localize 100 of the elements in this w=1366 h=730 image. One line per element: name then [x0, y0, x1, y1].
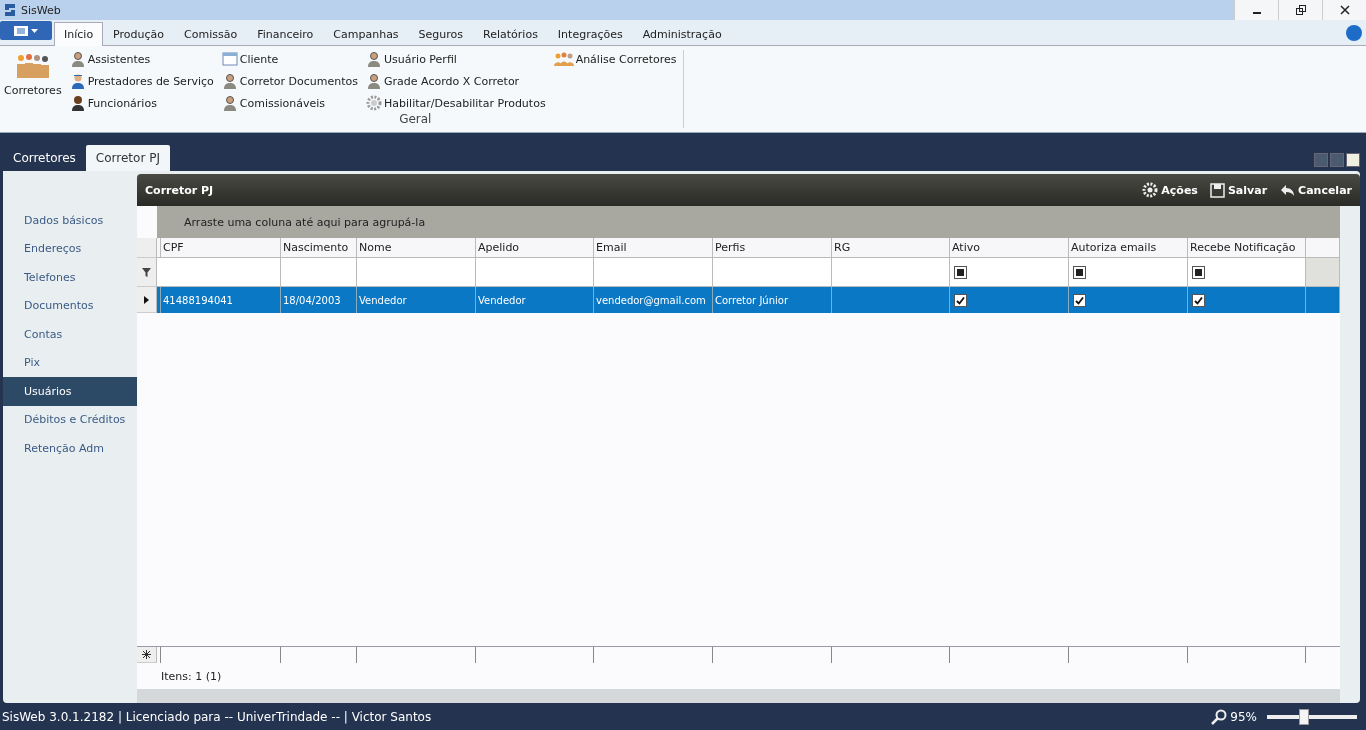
sidebar-item[interactable]: Dados básicos [3, 206, 137, 235]
filter-filler [1306, 258, 1340, 287]
ribbon-item[interactable]: Funcionários [69, 94, 214, 112]
action-button[interactable]: Salvar [1209, 182, 1268, 198]
column-header[interactable]: Autoriza emails [1069, 238, 1188, 258]
column-header[interactable]: Perfis [713, 238, 832, 258]
table-cell: vendedor@gmail.com [594, 287, 713, 313]
ribbon-item[interactable]: Assistentes [69, 50, 214, 68]
table-cell: 18/04/2003 [281, 287, 357, 313]
person-icon [69, 51, 86, 67]
group-panel: Arraste uma coluna até aqui para agrupá-la [157, 206, 1340, 238]
column-header[interactable]: Nascimento [281, 238, 357, 258]
filter-cell[interactable] [1188, 258, 1306, 287]
document-tab[interactable]: Corretor PJ [85, 145, 170, 171]
column-header[interactable]: Apelido [476, 238, 594, 258]
checkbox[interactable] [1073, 293, 1086, 307]
menu-tab[interactable]: Comissão [174, 22, 248, 46]
current-row-icon [144, 295, 149, 304]
filter-cell[interactable] [1069, 258, 1188, 287]
filter-cell[interactable] [713, 258, 832, 287]
status-text: SisWeb 3.0.1.2182 | Licenciado para -- UniverTrindade -- | Victor Santos [2, 709, 433, 724]
filter-cell[interactable] [832, 258, 950, 287]
sidebar-item[interactable]: Pix [3, 348, 137, 377]
ribbon-item[interactable]: Cliente [221, 50, 359, 68]
filter-cell[interactable] [161, 258, 281, 287]
menu-icon [14, 25, 28, 36]
people-icon [553, 52, 574, 66]
filter-icon [142, 267, 151, 277]
horizontal-scrollbar[interactable] [137, 689, 1340, 703]
action-button[interactable]: Cancelar [1279, 183, 1352, 197]
ribbon-item[interactable]: Análise Corretores [553, 50, 677, 68]
menu-tab[interactable]: Campanhas [323, 22, 409, 46]
gear-icon [1142, 182, 1159, 198]
filter-cell[interactable] [594, 258, 713, 287]
column-header[interactable]: Email [594, 238, 713, 258]
ribbon-item[interactable]: Corretor Documentos [221, 72, 359, 90]
person-icon [221, 73, 238, 89]
menu-tab[interactable]: Seguros [408, 22, 474, 46]
person-icon [69, 95, 86, 111]
checkbox[interactable] [1192, 293, 1205, 307]
column-header[interactable]: Ativo [950, 238, 1069, 258]
sidebar-item[interactable]: Contas [3, 320, 137, 349]
app-menu-button[interactable] [0, 21, 52, 40]
gear-icon [366, 95, 383, 111]
table-cell: Corretor Júnior [713, 287, 832, 313]
menu-tab[interactable]: Relatórios [473, 22, 548, 46]
sidebar-item[interactable]: Usuários [3, 377, 137, 406]
menu-tab[interactable]: Início [54, 22, 104, 46]
person-icon [69, 73, 86, 89]
app-logo-icon [3, 2, 17, 18]
corretores-button[interactable]: Corretores [4, 50, 62, 112]
checkbox[interactable] [954, 293, 967, 307]
sidebar-item[interactable]: Débitos e Créditos [3, 405, 137, 434]
filter-cell[interactable] [357, 258, 476, 287]
filter-checkbox[interactable] [1192, 265, 1205, 279]
restore-button[interactable] [1278, 0, 1322, 20]
ribbon-item[interactable]: Habilitar/Desabilitar Produtos [366, 94, 546, 112]
ribbon-item[interactable]: Grade Acordo X Corretor [366, 72, 546, 90]
sidebar-item[interactable]: Endereços [3, 234, 137, 263]
filter-checkbox[interactable] [1073, 265, 1086, 279]
caret-icon [31, 28, 38, 33]
sidebar-item[interactable]: Retenção Adm [3, 434, 137, 463]
filter-cell[interactable] [476, 258, 594, 287]
filter-cell[interactable] [281, 258, 357, 287]
panel-title: Corretor PJ [145, 183, 215, 197]
zoom-level: 95% [1230, 709, 1257, 724]
header-filler [1306, 238, 1340, 258]
window-title: SisWeb [21, 3, 62, 17]
menu-tab[interactable]: Integrações [547, 22, 633, 46]
group-label: Geral [399, 112, 432, 126]
filter-checkbox[interactable] [954, 265, 967, 279]
close-icon [1339, 5, 1350, 15]
menu-tab[interactable]: Administração [632, 22, 732, 46]
tab-list-icon[interactable] [1346, 153, 1360, 167]
help-icon[interactable] [1346, 25, 1362, 41]
column-header[interactable]: RG [832, 238, 950, 258]
menu-tab[interactable]: Produção [103, 22, 175, 46]
table-cell: Vendedor [357, 287, 476, 313]
ribbon-item[interactable]: Comissionáveis [221, 94, 359, 112]
person-icon [366, 73, 383, 89]
sidebar-item[interactable]: Telefones [3, 263, 137, 292]
person-icon [221, 95, 238, 111]
document-tab[interactable]: Corretores [3, 145, 86, 171]
action-button[interactable]: Ações [1142, 182, 1198, 198]
column-header[interactable]: Recebe Notificação [1188, 238, 1306, 258]
column-header[interactable]: CPF [161, 238, 281, 258]
column-grip [157, 238, 161, 258]
floppy-icon [1209, 182, 1225, 198]
filter-cell[interactable] [950, 258, 1069, 287]
zoom-icon [1211, 708, 1228, 725]
ribbon-item[interactable]: Prestadores de Serviço [69, 72, 214, 90]
new-row-icon [142, 650, 151, 659]
menu-tab[interactable]: Financeiro [247, 22, 324, 46]
table-cell: 41488194041 [161, 287, 281, 313]
window-icon [221, 52, 238, 66]
restore-icon [1295, 5, 1306, 15]
column-header[interactable]: Nome [357, 238, 476, 258]
person-icon [366, 51, 383, 67]
ribbon-item[interactable]: Usuário Perfil [366, 50, 546, 68]
sidebar-item[interactable]: Documentos [3, 291, 137, 320]
